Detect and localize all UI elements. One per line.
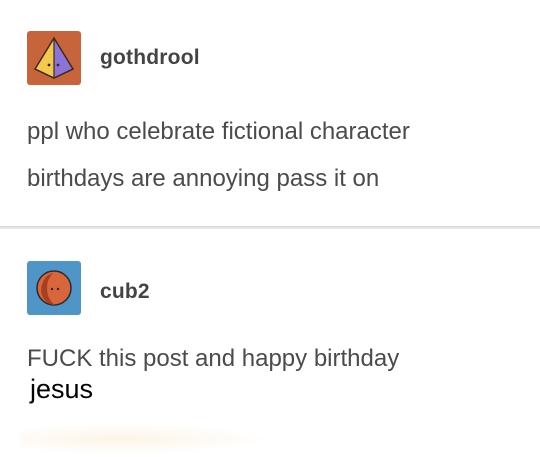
post-body: FUCK this post and happy birthday (27, 335, 527, 382)
circle-face-avatar-icon[interactable] (27, 261, 81, 315)
post-body-line: birthdays are annoying pass it on (27, 165, 380, 192)
background-smudge (20, 424, 270, 454)
post-body-line: FUCK this post and happy birthday (27, 345, 400, 372)
post-body-line: ppl who celebrate fictional character (27, 118, 410, 145)
edited-text: jesus (30, 374, 94, 404)
pyramid-avatar-icon[interactable] (27, 31, 81, 85)
post-cub2: cub2 FUCK this post and happy birthday j… (0, 229, 540, 457)
post-gothdrool: gothdrool ppl who celebrate fictional ch… (0, 0, 540, 226)
username[interactable]: cub2 (100, 280, 150, 304)
username[interactable]: gothdrool (100, 46, 200, 70)
post-body: ppl who celebrate fictional character bi… (27, 108, 527, 202)
